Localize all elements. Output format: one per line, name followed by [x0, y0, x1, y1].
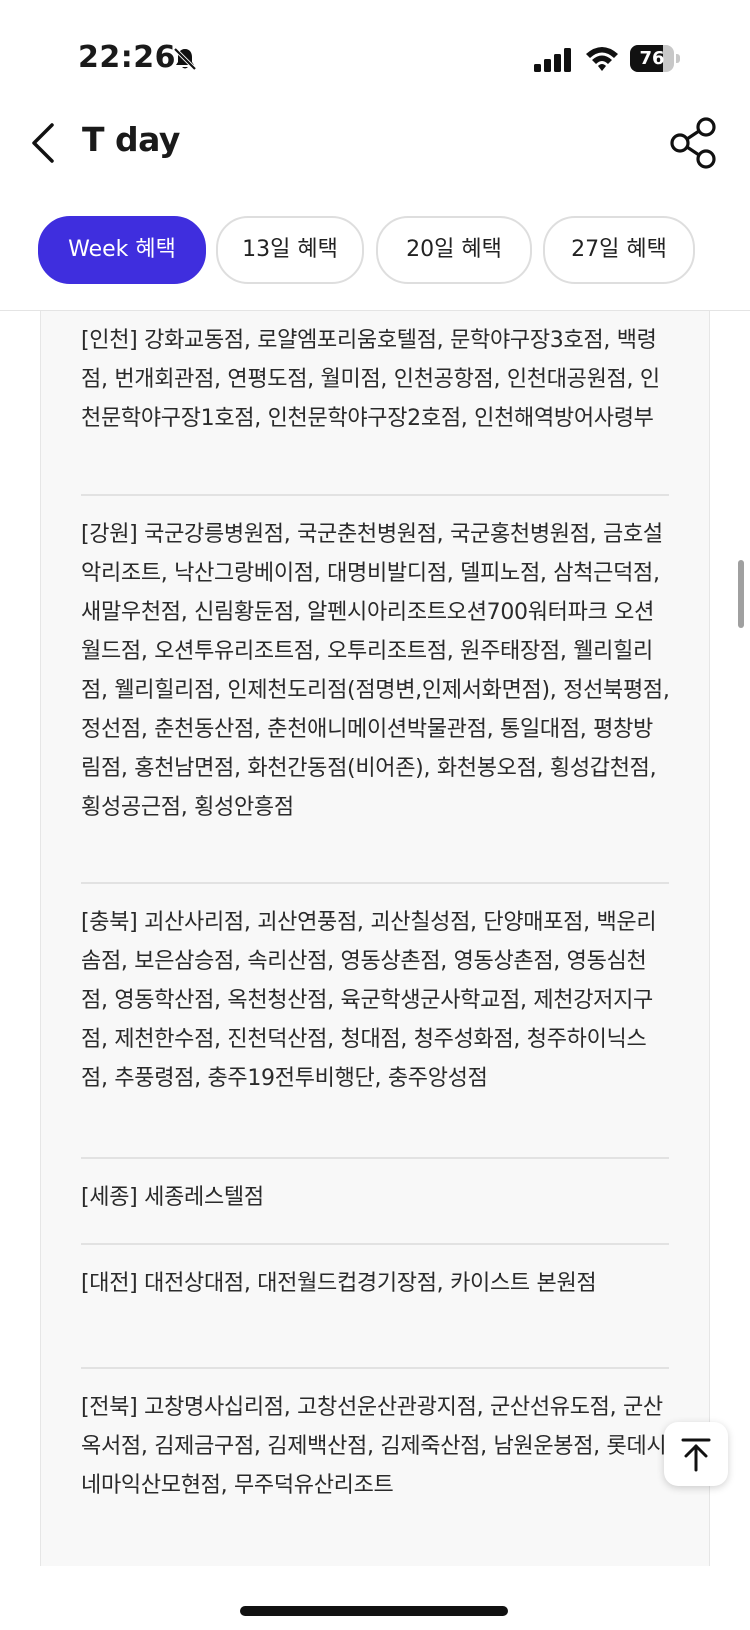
region-incheon: [인천] 강화교동점, 로얄엠포리움호텔점, 문학야구장3호점, 백령점, 번개… [81, 328, 660, 431]
divider [81, 882, 669, 884]
battery-indicator: 76 [630, 45, 682, 72]
app-header: T day [0, 100, 750, 190]
tab-week-benefit[interactable]: Week 혜택 [38, 216, 206, 284]
divider [81, 1367, 669, 1369]
cellular-signal-icon [534, 48, 571, 72]
scrollbar[interactable] [738, 560, 744, 628]
region-sejong: [세종] 세종레스텔점 [81, 1185, 264, 1210]
tab-20th-benefit[interactable]: 20일 혜택 [376, 216, 532, 284]
tab-27th-benefit[interactable]: 27일 혜택 [543, 216, 695, 284]
status-time: 22:26 [78, 40, 176, 75]
arrow-up-to-top-icon [681, 1438, 711, 1472]
region-chungbuk: [충북] 괴산사리점, 괴산연풍점, 괴산칠성점, 단양매포점, 백운리솜점, … [81, 910, 657, 1091]
region-gangwon: [강원] 국군강릉병원점, 국군춘천병원점, 국군홍천병원점, 금호설악리조트,… [81, 522, 670, 820]
benefit-tabs: Week 혜택 13일 혜택 20일 혜택 27일 혜택 [0, 216, 750, 284]
scroll-to-top-button[interactable] [664, 1422, 728, 1486]
bell-muted-icon [173, 47, 197, 71]
divider [81, 1157, 669, 1159]
tab-13th-benefit[interactable]: 13일 혜택 [216, 216, 364, 284]
battery-percentage: 76 [639, 48, 665, 69]
page-title: T day [82, 120, 180, 159]
region-daejeon: [대전] 대전상대점, 대전월드컵경기장점, 카이스트 본원점 [81, 1271, 597, 1296]
share-icon[interactable] [668, 116, 720, 170]
home-indicator [240, 1606, 508, 1616]
divider [81, 1243, 669, 1245]
store-list-card: [인천] 강화교동점, 로얄엠포리움호텔점, 문학야구장3호점, 백령점, 번개… [40, 311, 710, 1566]
region-jeonbuk: [전북] 고창명사십리점, 고창선운산관광지점, 군산선유도점, 군산옥서점, … [81, 1395, 667, 1498]
wifi-icon [586, 47, 618, 71]
divider [81, 494, 669, 496]
back-arrow-icon[interactable] [24, 118, 64, 168]
